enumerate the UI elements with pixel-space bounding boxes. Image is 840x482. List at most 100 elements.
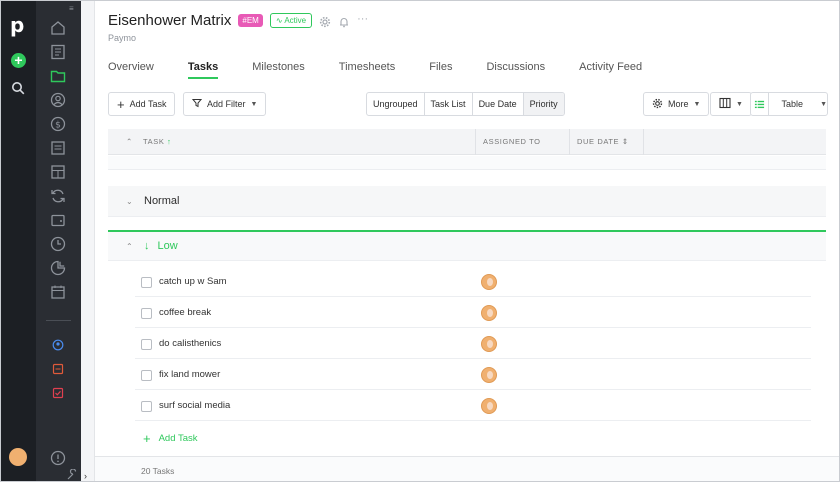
task-name[interactable]: surf social media [159,400,230,411]
time-clock-icon[interactable] [49,235,67,253]
table-row[interactable]: fix land mower [135,359,811,390]
column-header-task[interactable]: TASK ↑ [143,129,171,155]
table-footer: 20 Tasks [95,456,839,481]
app-rail: p + [1,1,36,481]
task-name[interactable]: coffee break [159,307,211,318]
assignee-avatar[interactable] [481,274,497,290]
my-tasks-check-icon[interactable] [52,387,64,399]
sync-icon[interactable] [49,187,67,205]
task-toolbar: + Add Task Add Filter ▼ Ungrouped Task L… [108,92,828,116]
task-checkbox[interactable] [141,370,152,381]
table-header: ⌃ TASK ↑ ASSIGNED TO DUE DATE ⇕ [108,129,826,155]
arrow-down-icon: ↓ [144,240,150,252]
project-status-badge[interactable]: ∿ Active [269,13,313,28]
assignee-avatar[interactable] [481,367,497,383]
assignee-avatar[interactable] [481,305,497,321]
priority-group-low[interactable]: ⌃ ↓ Low [108,230,826,261]
planner-grid-icon[interactable] [49,163,67,181]
assignee-avatar[interactable] [481,336,497,352]
contacts-icon[interactable] [49,43,67,61]
more-actions-button[interactable]: More ▼ [643,92,710,116]
task-name[interactable]: catch up w Sam [159,276,227,287]
project-company[interactable]: Paymo [108,33,136,43]
home-icon[interactable] [49,19,67,37]
tab-overview[interactable]: Overview [108,55,154,79]
inline-add-task-button[interactable]: + Add Task [143,431,198,446]
more-options-icon[interactable]: ··· [357,13,369,27]
project-header: Eisenhower Matrix #EM ∿ Active ··· [108,12,369,29]
app-window: p + ≡ $ › Eisenhower Matrix #EM ∿ Active… [0,0,840,482]
gear-icon [652,98,663,111]
user-avatar[interactable] [9,448,27,466]
collapse-menu-icon[interactable]: ≡ [69,5,77,13]
expenses-wallet-icon[interactable] [49,211,67,229]
settings-gear-icon[interactable] [319,15,331,27]
task-checkbox[interactable] [141,308,152,319]
columns-toggle-button[interactable]: ▼ [710,92,752,116]
tab-timesheets[interactable]: Timesheets [339,55,395,79]
tab-files[interactable]: Files [429,55,452,79]
add-filter-button[interactable]: Add Filter ▼ [183,92,267,116]
dropdown-caret-icon: ▼ [736,100,743,108]
column-header-assigned-to[interactable]: ASSIGNED TO [483,129,541,155]
sidebar-divider [46,320,71,321]
inbox-icon[interactable] [52,363,64,375]
pie-chart-icon[interactable] [49,259,67,277]
team-icon[interactable] [52,339,64,351]
filter-icon [191,98,203,110]
projects-folder-icon[interactable] [49,67,67,85]
priority-group-normal[interactable]: ⌄ Normal [108,186,826,217]
group-ungrouped-option[interactable]: Ungrouped [367,93,425,115]
wrench-icon[interactable] [66,469,77,480]
task-name[interactable]: do calisthenics [159,338,221,349]
chevron-up-icon[interactable]: ⌃ [126,242,136,251]
project-tabs: Overview Tasks Milestones Timesheets Fil… [108,55,676,79]
sort-icon: ⇕ [621,137,629,146]
table-spacer-row [108,156,826,170]
search-icon[interactable] [11,81,25,95]
dropdown-caret-icon: ▼ [820,100,827,108]
tab-discussions[interactable]: Discussions [486,55,545,79]
sort-asc-icon: ↑ [167,137,172,146]
plus-icon: + [143,431,151,446]
chevron-down-icon[interactable]: ⌄ [126,197,136,206]
assignee-avatar[interactable] [481,398,497,414]
tab-milestones[interactable]: Milestones [252,55,305,79]
task-checkbox[interactable] [141,401,152,412]
project-tag-badge[interactable]: #EM [238,14,263,27]
clients-icon[interactable] [49,91,67,109]
calendar-icon[interactable] [49,283,67,301]
dropdown-caret-icon: ▼ [693,100,701,108]
columns-icon [719,97,731,111]
collapse-all-chevron-icon[interactable]: ⌃ [126,129,133,155]
table-row[interactable]: do calisthenics [135,328,811,359]
task-list: catch up w Sam coffee break do calisthen… [135,266,811,421]
grouping-segmented-control: Ungrouped Task List Due Date Priority [366,92,565,116]
group-task-list-option[interactable]: Task List [425,93,473,115]
group-due-date-option[interactable]: Due Date [473,93,524,115]
panel-collapse-strip[interactable]: › [81,1,95,481]
table-row[interactable]: coffee break [135,297,811,328]
info-icon[interactable] [49,449,67,467]
notification-bell-icon[interactable] [338,15,350,27]
project-title: Eisenhower Matrix [108,12,232,29]
task-checkbox[interactable] [141,339,152,350]
table-row[interactable]: catch up w Sam [135,266,811,297]
group-priority-option[interactable]: Priority [523,93,564,115]
svg-text:$: $ [55,121,61,131]
tab-tasks[interactable]: Tasks [187,55,219,79]
main-content: Eisenhower Matrix #EM ∿ Active ··· Paymo… [95,1,839,481]
create-new-button[interactable]: + [11,53,26,68]
column-header-due-date[interactable]: DUE DATE ⇕ [577,129,629,155]
invoices-dollar-icon[interactable]: $ [49,115,67,133]
sidebar-nav: ≡ $ [36,1,81,481]
task-checkbox[interactable] [141,277,152,288]
view-switcher-button[interactable]: Table ▼ [750,92,828,116]
reports-icon[interactable] [49,139,67,157]
add-task-button[interactable]: + Add Task [108,92,176,116]
tab-activity-feed[interactable]: Activity Feed [579,55,642,79]
paymo-logo-icon[interactable]: p [10,15,26,35]
task-name[interactable]: fix land mower [159,369,220,380]
table-row[interactable]: surf social media [135,390,811,421]
expand-chevron-icon[interactable]: › [84,471,87,481]
